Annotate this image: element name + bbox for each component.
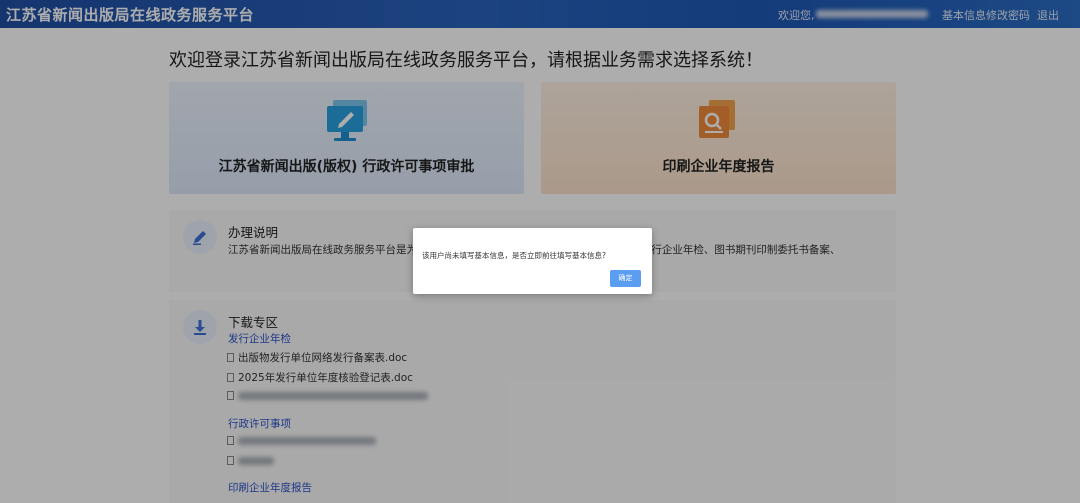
dialog-message: 该用户尚未填写基本信息，是否立即前往填写基本信息? — [422, 251, 606, 260]
confirm-button[interactable]: 确定 — [610, 270, 641, 287]
basic-info-prompt-dialog: 该用户尚未填写基本信息，是否立即前往填写基本信息? 确定 — [413, 228, 652, 294]
